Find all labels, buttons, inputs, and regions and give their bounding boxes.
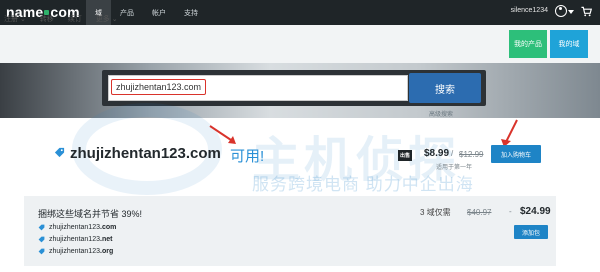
bundle-domain-name: zhujizhentan123	[49, 224, 100, 231]
list-item: zhujizhentan123 .net	[38, 236, 112, 243]
first-year-note: 适用于第一年	[436, 165, 473, 171]
my-products-button[interactable]: 我的产品	[509, 30, 547, 58]
search-query-text[interactable]: zhujizhentan123.com	[111, 79, 207, 95]
list-item: zhujizhentan123 .com	[38, 224, 116, 231]
bundle-domain-tld: .org	[100, 248, 114, 255]
nav-account[interactable]: 帐户	[143, 0, 175, 25]
result-domain: zhujizhentan123.com	[70, 145, 221, 162]
cart-icon[interactable]	[581, 6, 592, 17]
tag-icon	[38, 224, 45, 231]
arrow-icon	[209, 125, 236, 144]
subnav-register[interactable]: 注册 ⌄	[4, 14, 26, 24]
subnav-more[interactable]: 更多 ⌄	[96, 14, 118, 24]
bundle-title: 捆绑这些域名并节省 39%!	[38, 209, 143, 219]
my-domains-button[interactable]: 我的域	[550, 30, 588, 58]
bundle-domain-name: zhujizhentan123	[49, 236, 100, 243]
add-bundle-button[interactable]: 添加包	[514, 225, 548, 239]
price: $8.99	[424, 148, 450, 159]
price-separator: /	[451, 149, 454, 158]
advanced-search-link[interactable]: 高级搜索	[429, 109, 453, 118]
username[interactable]: silence1234	[511, 7, 548, 14]
bundle-count-label: 3 域仅需	[420, 208, 451, 217]
tag-icon	[38, 248, 45, 255]
user-icon[interactable]	[555, 5, 567, 17]
original-price: $12.99	[459, 150, 484, 159]
add-to-cart-button[interactable]: 加入购物车	[491, 145, 541, 163]
tag-icon	[38, 236, 45, 243]
chevron-down-icon[interactable]	[568, 10, 574, 14]
bundle-original-price: $40.97	[467, 208, 492, 217]
bundle-price: $24.99	[520, 206, 551, 217]
tag-icon	[54, 147, 65, 158]
availability-status: 可用!	[230, 148, 265, 165]
bundle-domain-name: zhujizhentan123	[49, 248, 100, 255]
bundle-price-dash: -	[509, 207, 512, 216]
arrow-icon	[501, 119, 518, 147]
bundle-domain-tld: .net	[100, 236, 113, 243]
sub-nav: 注册 ⌄ 转移 续订 更多 ⌄	[4, 14, 132, 24]
nav-support[interactable]: 支持	[175, 0, 207, 25]
subnav-transfer[interactable]: 转移	[40, 14, 54, 24]
subnav-renew[interactable]: 续订	[68, 14, 82, 24]
watermark-subtext: 服务跨境电商 助力中企出海	[252, 175, 474, 194]
bundle-domain-tld: .com	[100, 224, 117, 231]
list-item: zhujizhentan123 .org	[38, 248, 113, 255]
sale-badge: 出售	[398, 150, 413, 161]
search-button[interactable]: 搜索	[409, 73, 481, 103]
